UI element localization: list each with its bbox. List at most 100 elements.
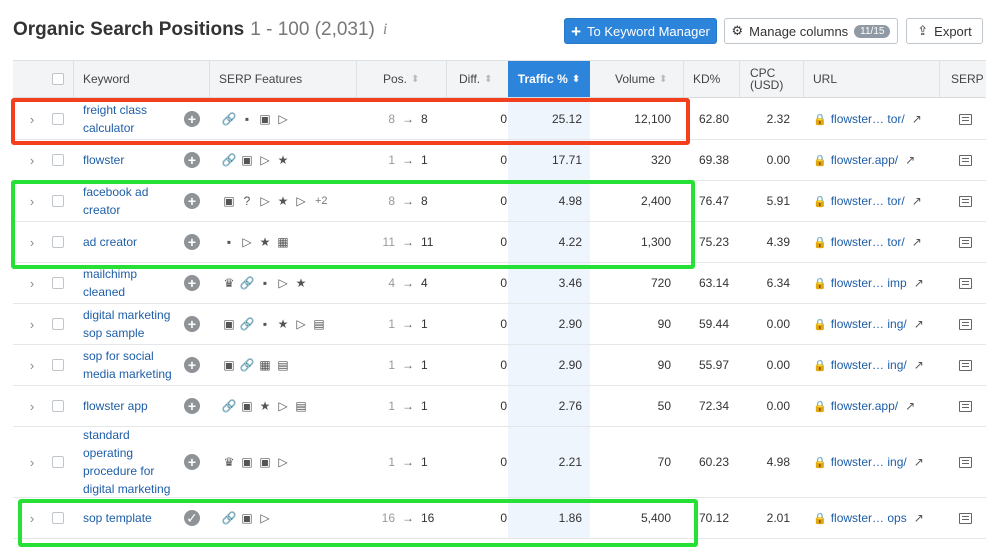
serp-snapshot-icon[interactable] (958, 236, 972, 248)
col-header-volume[interactable]: Volume ⬍ (615, 61, 667, 97)
crown-icon[interactable]: ♛ (223, 455, 235, 469)
external-link-icon[interactable]: ↗ (914, 455, 924, 469)
row-checkbox[interactable] (52, 195, 64, 207)
add-to-list-icon[interactable]: + (184, 152, 200, 168)
video-icon[interactable]: ▷ (259, 511, 271, 525)
image-icon[interactable]: ▣ (241, 511, 253, 525)
serp-snapshot-cell[interactable] (953, 140, 977, 180)
serp-snapshot-cell[interactable] (953, 386, 977, 426)
video-icon[interactable]: ▷ (277, 112, 289, 126)
serp-snapshot-cell[interactable] (953, 304, 977, 344)
add-keyword-cell[interactable]: + (183, 345, 201, 385)
add-keyword-cell[interactable]: ✓ (183, 498, 201, 538)
url-link[interactable]: 🔒 flowster… imp ↗ (813, 263, 933, 303)
expand-row-icon[interactable]: › (23, 427, 41, 497)
external-link-icon[interactable]: ↗ (905, 399, 915, 413)
row-checkbox-cell[interactable] (50, 498, 66, 538)
video-icon[interactable]: ▷ (277, 276, 289, 290)
row-checkbox[interactable] (52, 456, 64, 468)
image-icon[interactable]: ▣ (223, 317, 235, 331)
serp-snapshot-icon[interactable] (958, 400, 972, 412)
serp-snapshot-icon[interactable] (958, 277, 972, 289)
external-link-icon[interactable]: ↗ (912, 112, 922, 126)
review-icon[interactable]: ▪ (259, 276, 271, 290)
external-link-icon[interactable]: ↗ (914, 276, 924, 290)
add-keyword-cell[interactable]: + (183, 99, 201, 139)
row-checkbox[interactable] (52, 236, 64, 248)
image-icon[interactable]: ▣ (241, 399, 253, 413)
serp-snapshot-cell[interactable] (953, 99, 977, 139)
row-checkbox[interactable] (52, 277, 64, 289)
external-link-icon[interactable]: ↗ (914, 358, 924, 372)
review-icon[interactable]: ▪ (241, 112, 253, 126)
link-icon[interactable]: 🔗 (222, 399, 237, 413)
url-link[interactable]: 🔒 flowster.app/ ↗ (813, 140, 933, 180)
keyword-link[interactable]: flowster (83, 140, 185, 180)
add-to-list-icon[interactable]: + (184, 111, 200, 127)
serp-snapshot-cell[interactable] (953, 498, 977, 538)
serp-snapshot-icon[interactable] (958, 195, 972, 207)
serp-snapshot-icon[interactable] (958, 318, 972, 330)
add-to-list-icon[interactable]: + (184, 454, 200, 470)
export-button[interactable]: ⇪ Export (906, 18, 983, 44)
expand-row-icon[interactable]: › (23, 345, 41, 385)
url-link[interactable]: 🔒 flowster… ops ↗ (813, 498, 933, 538)
url-link[interactable]: 🔒 flowster… ing/ ↗ (813, 304, 933, 344)
row-checkbox-cell[interactable] (50, 304, 66, 344)
star-icon[interactable]: ★ (277, 153, 289, 167)
keyword-link[interactable]: standard operating procedure for digital ma… (83, 427, 185, 497)
row-checkbox-cell[interactable] (50, 140, 66, 180)
serp-snapshot-icon[interactable] (958, 359, 972, 371)
add-keyword-cell[interactable]: + (183, 304, 201, 344)
row-checkbox[interactable] (52, 359, 64, 371)
external-link-icon[interactable]: ↗ (905, 153, 915, 167)
serp-snapshot-icon[interactable] (958, 512, 972, 524)
link-icon[interactable]: 🔗 (222, 112, 237, 126)
image-icon[interactable]: ▣ (259, 112, 271, 126)
video-icon[interactable]: ▷ (259, 153, 271, 167)
row-checkbox[interactable] (52, 512, 64, 524)
keyword-link[interactable]: sop for social media marketing (83, 345, 185, 385)
serp-snapshot-icon[interactable] (958, 456, 972, 468)
col-header-kd[interactable]: KD% (693, 61, 720, 97)
serp-snapshot-cell[interactable] (953, 181, 977, 221)
row-checkbox[interactable] (52, 400, 64, 412)
add-to-list-icon[interactable]: + (184, 193, 200, 209)
row-checkbox-cell[interactable] (50, 386, 66, 426)
add-to-list-icon[interactable]: + (184, 234, 200, 250)
col-header-diff[interactable]: Diff. ⬍ (459, 61, 493, 97)
crown-icon[interactable]: ♛ (223, 276, 235, 290)
review-icon[interactable]: ▪ (259, 317, 271, 331)
url-link[interactable]: 🔒 flowster… tor/ ↗ (813, 99, 933, 139)
url-link[interactable]: 🔒 flowster… tor/ ↗ (813, 181, 933, 221)
star-icon[interactable]: ★ (277, 194, 289, 208)
serp-snapshot-cell[interactable] (953, 263, 977, 303)
keyword-link[interactable]: digital marketing sop sample (83, 304, 185, 344)
select-all-checkbox-cell[interactable] (50, 61, 66, 97)
url-link[interactable]: 🔒 flowster… ing/ ↗ (813, 427, 933, 497)
carousel-icon[interactable]: ▤ (313, 317, 325, 331)
add-to-list-icon[interactable]: + (184, 398, 200, 414)
row-checkbox[interactable] (52, 318, 64, 330)
expand-row-icon[interactable]: › (23, 386, 41, 426)
more-features-count[interactable]: +2 (315, 195, 328, 207)
expand-row-icon[interactable]: › (23, 263, 41, 303)
carousel-icon[interactable]: ▤ (295, 399, 307, 413)
image-icon[interactable]: ▣ (241, 455, 253, 469)
expand-row-icon[interactable]: › (23, 140, 41, 180)
star-icon[interactable]: ★ (295, 276, 307, 290)
col-header-cpc[interactable]: CPC (USD) (750, 61, 783, 97)
external-link-icon[interactable]: ↗ (914, 511, 924, 525)
external-link-icon[interactable]: ↗ (912, 235, 922, 249)
expand-row-icon[interactable]: › (23, 99, 41, 139)
external-link-icon[interactable]: ↗ (914, 317, 924, 331)
add-keyword-cell[interactable]: + (183, 263, 201, 303)
keyword-link[interactable]: mailchimp cleaned (83, 263, 185, 303)
link-icon[interactable]: 🔗 (240, 276, 255, 290)
added-check-icon[interactable]: ✓ (184, 510, 200, 526)
url-link[interactable]: 🔒 flowster.app/ ↗ (813, 386, 933, 426)
keyword-link[interactable]: flowster app (83, 386, 185, 426)
add-to-list-icon[interactable]: + (184, 275, 200, 291)
add-keyword-cell[interactable]: + (183, 181, 201, 221)
keyword-link[interactable]: sop template (83, 498, 185, 538)
